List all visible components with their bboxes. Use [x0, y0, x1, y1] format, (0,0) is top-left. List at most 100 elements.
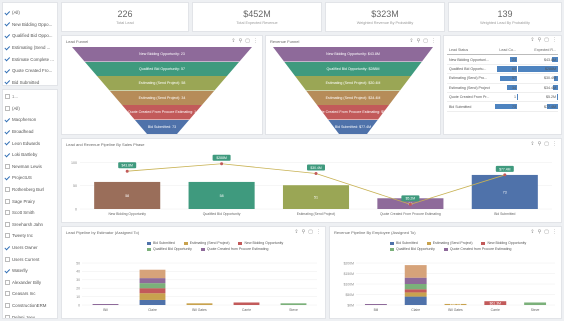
filter-checkbox[interactable] — [5, 33, 10, 38]
filter-item[interactable]: Rothenberg Burl — [3, 184, 57, 196]
stack-segment[interactable] — [404, 265, 427, 278]
filter-item[interactable]: Tweety Inc — [3, 230, 57, 242]
funnel-segment[interactable]: Quote Created From Procore Estimating: $… — [317, 105, 389, 120]
filter-checkbox[interactable] — [5, 129, 10, 134]
stack-segment[interactable] — [139, 288, 166, 294]
filter-item[interactable]: (All) — [3, 7, 57, 19]
funnel-segment[interactable]: Qualified Bid Opportunity: $288M — [284, 61, 422, 76]
filter-checkbox[interactable] — [5, 210, 10, 216]
filter-checkbox[interactable] — [5, 57, 10, 62]
stack-segment[interactable] — [364, 304, 387, 305]
table-row[interactable]: New Bidding Opportuni... 23 $43.8M — [447, 55, 558, 65]
filter-item[interactable]: Sreeharsh Jahn — [3, 219, 57, 231]
export-icon[interactable]: ⇪ — [409, 38, 413, 44]
more-icon[interactable]: ⋮ — [431, 38, 436, 44]
filter-item[interactable]: Sage Prairy — [3, 195, 57, 207]
filter-item[interactable]: Qualified Bid Oppo... — [3, 30, 57, 42]
filter-item[interactable]: ConstructionERM — [3, 300, 57, 312]
column-header[interactable]: Lead Status — [447, 48, 492, 52]
filter-checkbox[interactable] — [5, 314, 10, 318]
table-row[interactable]: Bid Submitted 73 $77.4M — [447, 102, 558, 112]
filter-checkbox[interactable] — [5, 198, 10, 204]
export-icon[interactable]: ⇪ — [530, 37, 534, 43]
stack-segment[interactable] — [280, 303, 307, 305]
table-row[interactable]: Estimating (Send) Pro... 57 $30.4M — [447, 74, 558, 84]
funnel-segment[interactable]: Bid Submitted: $77.4M — [328, 119, 378, 134]
filter-item[interactable]: New Bidding Oppo... — [3, 19, 57, 31]
maximize-icon[interactable]: ▢ — [544, 37, 549, 43]
filter-checkbox[interactable] — [5, 163, 10, 169]
filter-checkbox[interactable] — [5, 68, 10, 73]
stack-segment[interactable] — [404, 284, 427, 290]
funnel-segment[interactable]: Estimating (Send Project): 34 — [109, 90, 215, 105]
stack-segment[interactable] — [524, 302, 547, 305]
filter-item[interactable]: Alexander Billy — [3, 277, 57, 289]
stack-segment[interactable] — [404, 292, 427, 297]
filter-checkbox[interactable] — [5, 187, 10, 193]
line-point[interactable] — [408, 202, 412, 206]
funnel-segment[interactable]: New Bidding Opportunity: $43.8M — [273, 47, 433, 62]
table-row[interactable]: Qualified Bid Opportu... 65 $288M — [447, 65, 558, 75]
line-point[interactable] — [125, 169, 129, 173]
funnel-segment[interactable]: Estimating (Send Project): $30.4M — [295, 76, 411, 91]
stack-segment[interactable] — [139, 293, 166, 300]
more-icon[interactable]: ⋮ — [552, 37, 557, 43]
maximize-icon[interactable]: ▢ — [245, 38, 250, 44]
filter-item[interactable]: Macpherson — [3, 114, 57, 126]
filter-checkbox[interactable] — [5, 233, 10, 239]
filter-item[interactable]: Scott Smith — [3, 207, 57, 219]
filter-checkbox[interactable] — [5, 175, 10, 180]
filter-icon[interactable]: ⚲ — [239, 38, 243, 44]
filter-icon[interactable]: ⚲ — [538, 37, 542, 43]
stack-segment[interactable] — [139, 269, 166, 279]
filter-item[interactable]: Estimating (Send ... — [3, 42, 57, 54]
stack-segment[interactable] — [233, 302, 260, 305]
filter-checkbox[interactable] — [5, 152, 10, 157]
stack-segment[interactable] — [404, 296, 427, 305]
filter-checkbox[interactable] — [5, 105, 10, 111]
filter-header-checkbox[interactable] — [5, 94, 10, 100]
more-icon[interactable]: ⋮ — [253, 38, 258, 44]
stack-segment[interactable] — [404, 289, 427, 293]
filter-item[interactable]: (All) — [3, 103, 57, 115]
filter-checkbox[interactable] — [5, 45, 10, 50]
funnel-segment[interactable]: Qualified Bid Opportunity: 57 — [84, 61, 240, 76]
filter-item[interactable]: Users Current — [3, 253, 57, 265]
filter-checkbox[interactable] — [5, 10, 10, 15]
filter-checkbox[interactable] — [5, 291, 10, 297]
stack-segment[interactable] — [139, 278, 166, 284]
stack-segment[interactable] — [186, 303, 213, 305]
filter-checkbox[interactable] — [5, 302, 10, 308]
funnel-segment[interactable]: Estimating (Send Project): $34.4M — [306, 90, 400, 105]
filter-checkbox[interactable] — [5, 117, 10, 122]
filter-checkbox[interactable] — [5, 141, 10, 146]
filter-item[interactable]: Waterlly — [3, 265, 57, 277]
filter-item[interactable]: Leon Edwards — [3, 137, 57, 149]
filter-item[interactable]: Newman Lewis — [3, 161, 57, 173]
export-icon[interactable]: ⇪ — [231, 38, 235, 44]
maximize-icon[interactable]: ▢ — [423, 38, 428, 44]
filter-item[interactable]: Ceasars Inc — [3, 288, 57, 300]
filter-checkbox[interactable] — [5, 221, 10, 227]
filter-item[interactable]: ProjectUS — [3, 172, 57, 184]
filter-checkbox[interactable] — [5, 256, 10, 262]
filter-checkbox[interactable] — [5, 80, 10, 85]
line-point[interactable] — [503, 173, 507, 177]
line-point[interactable] — [314, 172, 318, 176]
filter-item[interactable]: Broadhead — [3, 126, 57, 138]
line-point[interactable] — [220, 162, 224, 166]
filter-item[interactable]: Users Owner — [3, 242, 57, 254]
filter-item[interactable]: Quote Created Fro... — [3, 65, 57, 77]
column-header[interactable]: Lead Co... — [492, 46, 517, 54]
filter-checkbox[interactable] — [5, 245, 10, 250]
funnel-segment[interactable]: Estimating (Send Project): 58 — [97, 76, 227, 91]
filter-item[interactable]: Bid Submitted — [3, 77, 57, 85]
funnel-segment[interactable]: Bid Submitted: 73 — [134, 119, 190, 134]
funnel-segment[interactable]: New Bidding Opportunity: 23 — [72, 47, 252, 62]
filter-checkbox[interactable] — [5, 279, 10, 285]
filter-checkbox[interactable] — [5, 268, 10, 273]
column-header[interactable]: Expected R... — [517, 46, 558, 54]
funnel-segment[interactable]: Quote Created From Procore Estimating: 1 — [122, 105, 202, 120]
stack-segment[interactable] — [139, 283, 166, 289]
filter-item[interactable]: Delani Joey — [3, 311, 57, 318]
